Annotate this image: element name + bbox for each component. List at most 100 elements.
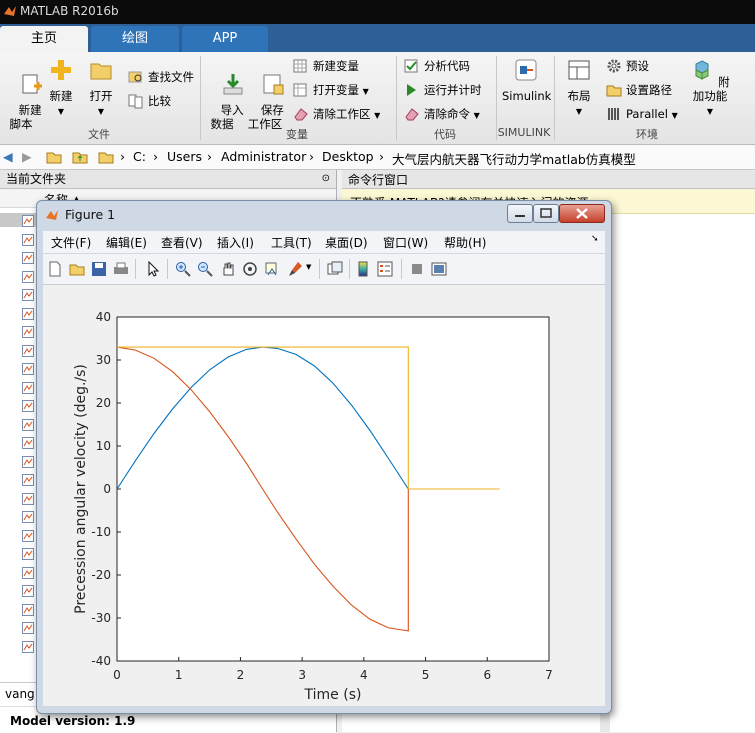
new-variable-button[interactable]: 新建变量 xyxy=(293,57,359,75)
close-icon xyxy=(576,208,588,219)
menu-desktop[interactable]: 桌面(D) xyxy=(325,234,368,251)
zoom-in-icon[interactable] xyxy=(175,261,191,277)
model-file-icon[interactable] xyxy=(22,289,34,301)
open-variable-button[interactable]: 打开变量 ▼ xyxy=(293,81,369,99)
colorbar-icon[interactable] xyxy=(355,261,371,277)
section-simulink-label: SIMULINK xyxy=(497,126,551,139)
up-folder-icon[interactable] xyxy=(46,149,62,165)
breadcrumb-item[interactable]: Desktop xyxy=(322,149,374,164)
open-file-icon[interactable] xyxy=(69,261,85,277)
section-variable-label: 变量 xyxy=(286,128,308,141)
run-and-time-button[interactable]: 运行并计时 xyxy=(404,81,482,99)
analyze-code-icon xyxy=(404,59,418,73)
breadcrumb-item[interactable]: 大气层内航天器飞行动力学matlab仿真模型 xyxy=(392,149,636,168)
x-axis-label: Time (s) xyxy=(304,687,362,703)
menu-file[interactable]: 文件(F) xyxy=(51,234,91,251)
model-file-icon[interactable] xyxy=(22,455,34,468)
model-file-icon[interactable] xyxy=(22,474,34,486)
forward-icon[interactable]: ▶ xyxy=(22,149,32,164)
show-plot-tools-icon[interactable] xyxy=(431,261,447,277)
close-button[interactable] xyxy=(559,204,605,223)
brush-icon[interactable] xyxy=(287,261,303,277)
model-file-icon[interactable] xyxy=(22,363,34,375)
clear-commands-button[interactable]: 清除命令 ▼ xyxy=(404,105,480,123)
new-variable-icon xyxy=(293,59,307,73)
legend-icon[interactable] xyxy=(377,261,393,277)
maximize-button[interactable] xyxy=(533,204,559,223)
model-file-icon[interactable] xyxy=(22,492,34,505)
open-button[interactable]: 打开 ▼ xyxy=(84,58,118,119)
pointer-icon[interactable] xyxy=(145,261,161,277)
model-file-icon[interactable] xyxy=(22,511,34,523)
model-file-icon[interactable] xyxy=(22,252,34,264)
model-file-icon[interactable] xyxy=(22,344,34,357)
model-file-icon[interactable] xyxy=(22,400,34,412)
parallel-button[interactable]: Parallel ▼ xyxy=(606,105,678,123)
model-file-icon[interactable] xyxy=(22,640,34,653)
y-tick-label: -40 xyxy=(91,654,111,668)
add-ons-button[interactable]: 附加功能 ▼ xyxy=(686,58,734,119)
menu-help[interactable]: 帮助(H) xyxy=(444,234,486,251)
layout-button[interactable]: 布局 ▼ xyxy=(562,58,596,119)
simulink-button[interactable]: Simulink xyxy=(502,58,551,103)
model-file-icon[interactable] xyxy=(22,215,34,227)
new-figure-icon[interactable] xyxy=(47,261,63,277)
clear-workspace-button[interactable]: 清除工作区 ▼ xyxy=(293,105,380,123)
analyze-code-button[interactable]: 分析代码 xyxy=(404,57,470,75)
back-icon[interactable]: ◀ xyxy=(3,149,13,164)
set-path-button[interactable]: 设置路径 xyxy=(606,81,672,99)
menu-view[interactable]: 查看(V) xyxy=(161,234,203,251)
panel-title: 当前文件夹 xyxy=(6,172,67,186)
model-file-icon[interactable] xyxy=(22,381,34,394)
breadcrumb-separator: › xyxy=(379,149,384,164)
preferences-button[interactable]: 预设 xyxy=(606,57,649,75)
model-file-icon[interactable] xyxy=(22,418,34,431)
eraser-icon xyxy=(294,108,308,121)
model-file-icon[interactable] xyxy=(22,326,34,338)
model-file-icon[interactable] xyxy=(22,548,34,560)
menu-window[interactable]: 窗口(W) xyxy=(383,234,428,251)
find-files-button[interactable]: 查找文件 xyxy=(128,68,194,86)
brush-dropdown-icon[interactable]: ▼ xyxy=(306,263,311,271)
save-icon[interactable] xyxy=(91,261,107,277)
tab-plots[interactable]: 绘图 xyxy=(91,26,179,52)
breadcrumb-item[interactable]: C: xyxy=(133,149,146,164)
minimize-button[interactable] xyxy=(507,204,533,223)
figure-canvas[interactable]: 0 1 2 3 4 5 6 7 -40 -30 -20 -10 0 10 20 30 40 Time (s) P… xyxy=(43,285,605,706)
model-file-icon[interactable] xyxy=(22,307,34,320)
tab-apps[interactable]: APP xyxy=(182,26,268,52)
data-cursor-icon[interactable] xyxy=(264,261,280,277)
hide-plot-tools-icon[interactable] xyxy=(409,261,425,277)
tab-home[interactable]: 主页 xyxy=(0,26,88,52)
model-file-icon[interactable] xyxy=(22,437,34,449)
eraser-icon xyxy=(405,108,419,121)
pan-icon[interactable] xyxy=(220,261,236,277)
model-file-icon[interactable] xyxy=(22,529,34,542)
current-folder-address-bar: ◀ ▶ › C: › Users › Administrator › Deskt… xyxy=(0,145,755,170)
menu-tools[interactable]: 工具(T) xyxy=(271,234,312,251)
figure-title: Figure 1 xyxy=(65,207,116,222)
model-file-icon[interactable] xyxy=(22,566,34,579)
link-plot-icon[interactable] xyxy=(327,261,343,277)
print-icon[interactable] xyxy=(113,261,129,277)
new-button[interactable]: 新建 ▼ xyxy=(44,58,78,119)
set-path-icon xyxy=(606,85,622,97)
breadcrumb-item[interactable]: Administrator xyxy=(221,149,306,164)
model-file-icon[interactable] xyxy=(22,270,34,283)
menu-overflow-icon[interactable]: ➘ xyxy=(591,234,599,244)
panel-menu-icon[interactable]: ⊙ xyxy=(322,170,330,188)
model-file-icon[interactable] xyxy=(22,603,34,616)
panel-header: 当前文件夹 ⊙ xyxy=(0,170,336,189)
menu-insert[interactable]: 插入(I) xyxy=(217,234,254,251)
zoom-out-icon[interactable] xyxy=(197,261,213,277)
compare-button[interactable]: 比较 xyxy=(128,92,171,110)
model-file-icon[interactable] xyxy=(22,585,34,597)
model-file-icon[interactable] xyxy=(22,622,34,634)
rotate-3d-icon[interactable] xyxy=(242,261,258,277)
model-file-icon[interactable] xyxy=(22,233,34,246)
browse-folder-icon[interactable] xyxy=(72,149,88,165)
breadcrumb-item[interactable]: Users xyxy=(167,149,202,164)
breadcrumb-separator: › xyxy=(309,149,314,164)
menu-edit[interactable]: 编辑(E) xyxy=(106,234,147,251)
new-script-icon xyxy=(22,74,42,94)
